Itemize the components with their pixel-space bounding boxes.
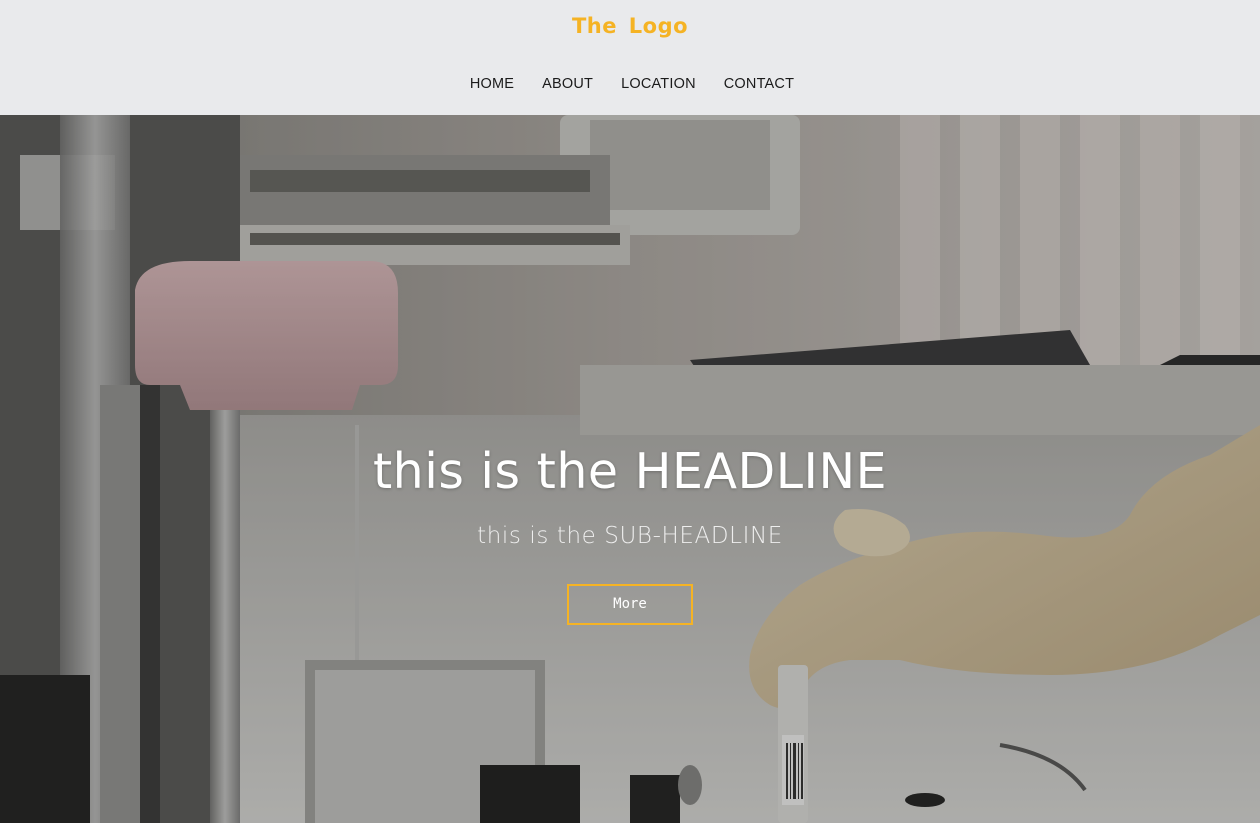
hero-subheadline: this is the SUB-HEADLINE (477, 523, 783, 549)
nav-item-about[interactable]: ABOUT (542, 76, 593, 92)
site-header: The Logo HOME ABOUT LOCATION CONTACT (0, 0, 1260, 115)
site-logo[interactable]: The Logo (0, 14, 1260, 38)
main-nav: HOME ABOUT LOCATION CONTACT (0, 76, 1260, 92)
nav-item-home[interactable]: HOME (470, 76, 514, 92)
more-button[interactable]: More (567, 584, 693, 625)
nav-item-location[interactable]: LOCATION (621, 76, 696, 92)
nav-item-contact[interactable]: CONTACT (724, 76, 794, 92)
hero-section: this is the HEADLINE this is the SUB-HEA… (0, 115, 1260, 823)
hero-headline: this is the HEADLINE (372, 443, 888, 500)
